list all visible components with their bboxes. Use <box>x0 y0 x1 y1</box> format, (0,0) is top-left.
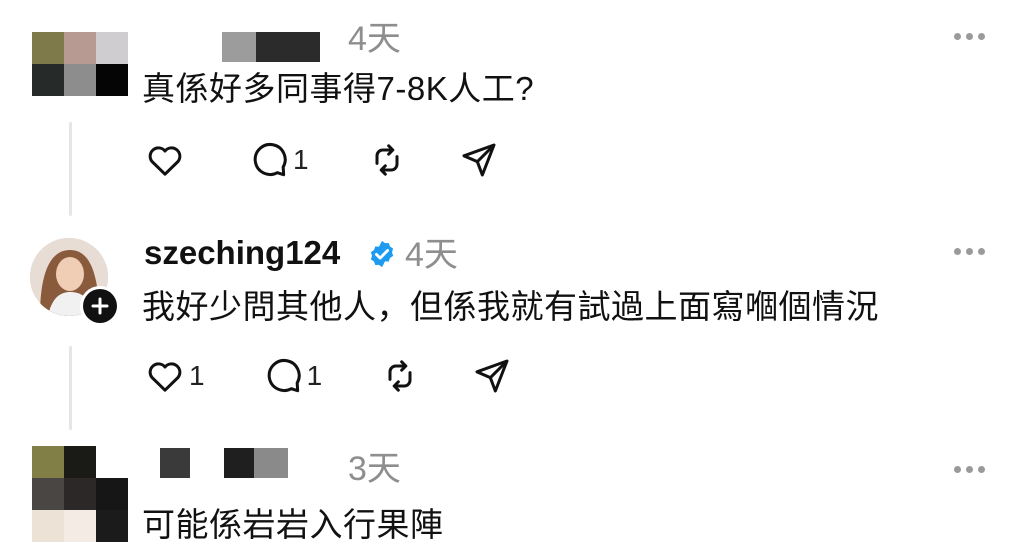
username-pixelated[interactable] <box>160 448 290 478</box>
follow-plus-icon[interactable] <box>80 286 120 326</box>
heart-icon <box>148 146 182 176</box>
comment-text: 我好少問其他人，但係我就有試過上面寫嗰個情況 <box>142 288 879 325</box>
reply-button[interactable]: 1 <box>263 356 323 396</box>
comment-text: 真係好多同事得7-8K人工? <box>142 70 535 107</box>
verified-badge-icon <box>370 240 394 268</box>
more-icon[interactable] <box>954 466 985 473</box>
repost-icon <box>388 360 412 392</box>
avatar-pixelated[interactable] <box>32 446 128 542</box>
username[interactable]: szeching124 <box>144 236 340 269</box>
repost-button[interactable] <box>380 356 420 396</box>
repost-button[interactable] <box>367 140 407 180</box>
share-button[interactable] <box>472 356 512 396</box>
heart-icon <box>148 362 182 392</box>
reply-count: 1 <box>306 360 323 391</box>
comment-icon <box>253 142 287 177</box>
comment-text: 可能係岩岩入行果陣 <box>142 506 444 543</box>
thread-line <box>69 122 72 216</box>
avatar-pixelated[interactable] <box>32 32 128 96</box>
timestamp: 3天 <box>348 450 401 488</box>
more-icon[interactable] <box>954 33 985 40</box>
like-count: 1 <box>189 360 205 391</box>
reply-button[interactable]: 1 <box>249 140 309 180</box>
reply-count: 1 <box>293 144 309 175</box>
like-button[interactable]: 1 <box>145 356 205 396</box>
more-icon[interactable] <box>954 248 985 255</box>
timestamp: 4天 <box>348 20 401 58</box>
username-pixelated[interactable] <box>222 32 320 62</box>
like-button[interactable] <box>145 140 189 180</box>
timestamp: 4天 <box>405 236 458 274</box>
comment-icon <box>267 358 301 393</box>
share-icon <box>475 359 509 393</box>
share-icon <box>462 143 496 177</box>
repost-icon <box>375 144 399 176</box>
share-button[interactable] <box>459 140 499 180</box>
thread-line <box>69 346 72 430</box>
